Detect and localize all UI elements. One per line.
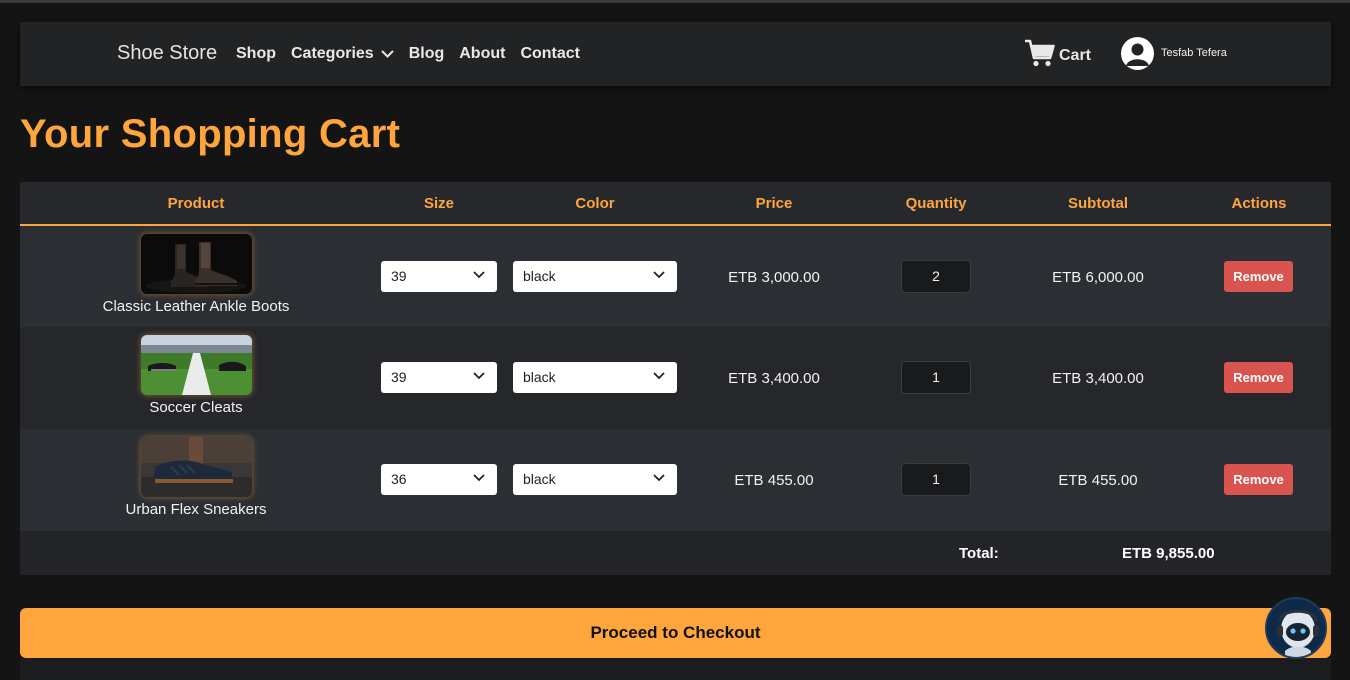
total-row: Total: ETB 9,855.00 [20,531,1331,575]
header-price: Price [755,195,793,212]
quantity-input[interactable]: 2 [901,260,971,293]
size-select[interactable]: 36 [381,464,497,495]
product-image [141,335,252,395]
header-color: Color [575,195,615,212]
nav-link-blog[interactable]: Blog [409,45,445,63]
subtotal: ETB 6,000.00 [1052,269,1144,286]
nav-link-contact-label: Contact [520,45,581,62]
chevron-down-icon [653,372,665,380]
nav-link-shop[interactable]: Shop [236,45,276,63]
product-image [141,234,252,294]
remove-button[interactable]: Remove [1224,362,1293,393]
nav-link-about-label: About [459,45,506,62]
nav-links: Shop Categories Blog About Contact [236,45,595,63]
user-name: Tesfab Tefera [1161,46,1227,59]
nav-link-categories[interactable]: Categories [291,45,394,63]
chevron-down-icon [473,271,485,279]
product-name: Classic Leather Ankle Boots [102,298,290,315]
table-row: Soccer Cleats 39 black ETB 3,400.00 1 ET… [20,327,1331,429]
size-select[interactable]: 39 [381,261,497,292]
table-row: Classic Leather Ankle Boots 39 black ETB… [20,226,1331,327]
remove-button[interactable]: Remove [1224,464,1293,495]
header-quantity: Quantity [905,195,967,212]
page-title: Your Shopping Cart [20,112,401,156]
chevron-down-icon [473,372,485,380]
user-avatar-icon [1121,37,1154,70]
cart-table: Product Size Color Price Quantity Subtot… [20,182,1331,575]
product-image [141,437,252,497]
quantity-input[interactable]: 1 [901,463,971,496]
chevron-down-icon [380,50,394,58]
color-value: black [523,268,556,284]
color-select[interactable]: black [513,261,677,292]
checkout-button[interactable]: Proceed to Checkout [20,608,1331,658]
user-menu[interactable]: Tesfab Tefera [1121,37,1227,70]
nav-link-blog-label: Blog [408,45,445,62]
color-value: black [523,369,556,385]
nav-link-about[interactable]: About [459,45,505,63]
cart-link[interactable]: Cart [1024,39,1091,67]
color-value: black [523,471,556,487]
size-select[interactable]: 39 [381,362,497,393]
footer-strip [20,658,1331,680]
product-name: Soccer Cleats [149,399,243,416]
remove-button[interactable]: Remove [1224,261,1293,292]
table-row: Urban Flex Sneakers 36 black ETB 455.00 … [20,429,1331,531]
brand-logo[interactable]: Shoe Store [117,42,217,65]
header-subtotal: Subtotal [1068,195,1128,212]
total-value: ETB 9,855.00 [1122,545,1215,562]
chevron-down-icon [653,474,665,482]
size-value: 36 [391,471,407,487]
chevron-down-icon [653,271,665,279]
nav-link-categories-label: Categories [291,45,374,62]
nav-link-shop-label: Shop [236,45,276,62]
navbar: Shoe Store Shop Categories Blog About Co… [20,22,1331,86]
chevron-down-icon [473,474,485,482]
chatbot-robot-icon[interactable] [1265,597,1327,659]
nav-link-contact[interactable]: Contact [520,45,580,63]
quantity-input[interactable]: 1 [901,361,971,394]
header-product: Product [167,195,225,212]
size-value: 39 [391,268,407,284]
product-name: Urban Flex Sneakers [125,501,267,518]
size-value: 39 [391,369,407,385]
cart-icon [1025,39,1055,67]
cart-label: Cart [1059,47,1092,64]
header-actions: Actions [1231,195,1287,212]
header-size: Size [423,195,455,212]
price: ETB 3,400.00 [728,370,820,387]
color-select[interactable]: black [513,464,677,495]
subtotal: ETB 3,400.00 [1052,370,1144,387]
table-header: Product Size Color Price Quantity Subtot… [20,182,1331,226]
subtotal: ETB 455.00 [1058,472,1138,489]
price: ETB 455.00 [734,472,814,489]
color-select[interactable]: black [513,362,677,393]
price: ETB 3,000.00 [728,269,820,286]
total-label: Total: [959,545,999,562]
top-border [0,0,1350,3]
